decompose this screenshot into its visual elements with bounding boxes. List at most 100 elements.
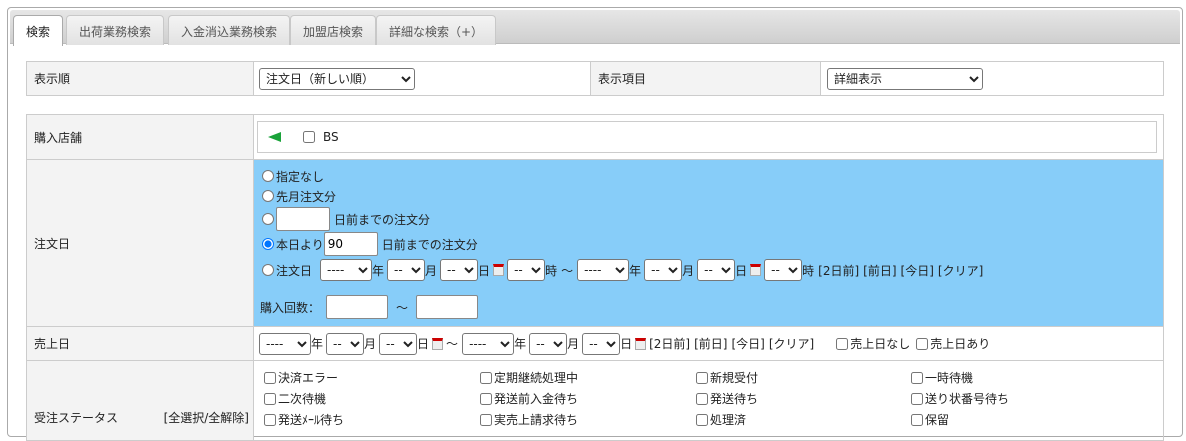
month-unit: 月: [567, 337, 580, 351]
year-unit: 年: [514, 337, 527, 351]
sales-exists-checkbox[interactable]: [916, 337, 929, 350]
status-option[interactable]: 実売上請求待ち: [480, 411, 696, 428]
from-month-select[interactable]: --: [387, 259, 426, 281]
day-unit: 日: [478, 263, 491, 278]
status-option[interactable]: 決済エラー: [264, 369, 480, 386]
link-2-days-ago[interactable]: [2日前]: [818, 262, 859, 279]
status-checkbox[interactable]: [696, 413, 708, 426]
status-option-label: 定期継続処理中: [494, 371, 579, 385]
status-option[interactable]: 発送待ち: [696, 390, 911, 407]
to-day-select[interactable]: --: [697, 259, 736, 281]
hour-unit: 時: [545, 263, 558, 278]
status-grid: 決済エラー 定期継続処理中 新規受付 一時待機二次待機 発送前入金待ち 発送待ち 送り状番号…: [254, 361, 1163, 428]
status-option-label: 送り状番号待ち: [925, 392, 1010, 406]
from-day-select[interactable]: --: [440, 259, 479, 281]
status-option[interactable]: 定期継続処理中: [480, 369, 696, 386]
status-option-label: 発送前入金待ち: [494, 392, 579, 406]
status-checkbox[interactable]: [264, 392, 276, 405]
sales-exists-option[interactable]: 売上日あり: [916, 335, 990, 352]
sales-exists-label: 売上日あり: [930, 337, 991, 351]
tab-payment-search[interactable]: 入金消込業務検索: [168, 15, 291, 45]
status-checkbox[interactable]: [480, 413, 492, 426]
link-today[interactable]: [今日]: [901, 262, 934, 279]
day-unit: 日: [417, 337, 430, 351]
status-option-label: 二次待機: [278, 392, 327, 406]
status-option[interactable]: 発送ﾒｰﾙ待ち: [264, 411, 480, 428]
sales-to-month[interactable]: --: [529, 332, 568, 355]
radio-none[interactable]: [262, 170, 274, 182]
purchase-count-max[interactable]: [416, 295, 479, 319]
purchase-count-label: 購入回数：: [260, 300, 321, 315]
order-select[interactable]: 注文日（新しい順）: [259, 67, 415, 90]
status-option[interactable]: 送り状番号待ち: [911, 390, 1126, 407]
status-option[interactable]: 保留: [911, 411, 1126, 428]
sales-none-checkbox[interactable]: [836, 337, 849, 350]
status-checkbox[interactable]: [264, 413, 276, 426]
store-checkbox[interactable]: [303, 131, 315, 143]
purchase-count-min[interactable]: [326, 295, 389, 319]
today-days-input[interactable]: [323, 232, 378, 256]
tab-merchant-search[interactable]: 加盟店検索: [290, 15, 377, 45]
status-option[interactable]: 新規受付: [696, 369, 911, 386]
radio-date-label: 注文日: [276, 263, 313, 278]
status-option-label: 発送ﾒｰﾙ待ち: [278, 413, 345, 427]
status-option[interactable]: 二次待機: [264, 390, 480, 407]
link-clear[interactable]: [クリア]: [938, 262, 983, 279]
sales-to-year[interactable]: ----: [462, 332, 515, 355]
sales-to-day[interactable]: --: [582, 332, 621, 355]
status-checkbox[interactable]: [480, 392, 492, 405]
sales-link-today[interactable]: [今日]: [731, 335, 764, 352]
sales-link-2-days-ago[interactable]: [2日前]: [649, 335, 690, 352]
tilde: ～: [446, 337, 459, 351]
tilde: ～: [396, 300, 409, 315]
radio-date[interactable]: [262, 264, 274, 276]
items-label: 表示項目: [590, 61, 821, 96]
status-option[interactable]: 処理済: [696, 411, 911, 428]
calendar-icon[interactable]: [750, 264, 762, 276]
day-unit: 日: [735, 263, 748, 278]
status-checkbox[interactable]: [911, 392, 923, 405]
calendar-icon[interactable]: [635, 337, 647, 350]
tab-advanced-search[interactable]: 詳細な検索（+）: [376, 15, 497, 45]
status-option-label: 一時待機: [925, 371, 974, 385]
from-year-select[interactable]: ----: [320, 259, 373, 281]
store-option-bs[interactable]: BS: [303, 130, 339, 144]
flag-icon: [268, 132, 281, 142]
sales-from-month[interactable]: --: [326, 332, 365, 355]
radio-days[interactable]: [262, 213, 274, 225]
sales-none-label: 売上日なし: [850, 337, 911, 351]
to-month-select[interactable]: --: [644, 259, 683, 281]
to-year-select[interactable]: ----: [577, 259, 630, 281]
status-option[interactable]: 一時待機: [911, 369, 1126, 386]
status-checkbox[interactable]: [264, 371, 276, 384]
status-checkbox[interactable]: [911, 413, 923, 426]
status-option-label: 新規受付: [710, 371, 759, 385]
tab-shipping-search[interactable]: 出荷業務検索: [66, 15, 165, 45]
sales-link-yesterday[interactable]: [前日]: [694, 335, 727, 352]
sales-from-day[interactable]: --: [379, 332, 418, 355]
select-all-link[interactable]: [全選択/全解除]: [164, 409, 249, 426]
radio-today[interactable]: [262, 238, 274, 250]
calendar-icon[interactable]: [493, 264, 505, 276]
radio-last-month[interactable]: [262, 190, 274, 202]
sales-from-year[interactable]: ----: [259, 332, 311, 355]
from-hour-select[interactable]: --: [507, 259, 546, 281]
status-label: 受注ステータス: [34, 411, 119, 425]
status-checkbox[interactable]: [911, 371, 923, 384]
month-unit: 月: [364, 337, 377, 351]
status-option[interactable]: 発送前入金待ち: [480, 390, 696, 407]
year-unit: 年: [311, 337, 324, 351]
link-yesterday[interactable]: [前日]: [863, 262, 896, 279]
calendar-icon[interactable]: [432, 337, 444, 350]
sales-none-option[interactable]: 売上日なし: [836, 335, 910, 352]
to-hour-select[interactable]: --: [764, 259, 803, 281]
status-checkbox[interactable]: [480, 371, 492, 384]
status-checkbox[interactable]: [696, 392, 708, 405]
days-input[interactable]: [276, 207, 330, 231]
tab-search[interactable]: 検索: [13, 15, 64, 46]
tab-bar: 検索 出荷業務検索 入金消込業務検索 加盟店検索 詳細な検索（+）: [10, 10, 1180, 46]
status-checkbox[interactable]: [696, 371, 708, 384]
order-date-label: 注文日: [26, 159, 254, 327]
items-select[interactable]: 詳細表示: [827, 67, 983, 90]
sales-link-clear[interactable]: [クリア]: [769, 335, 814, 352]
